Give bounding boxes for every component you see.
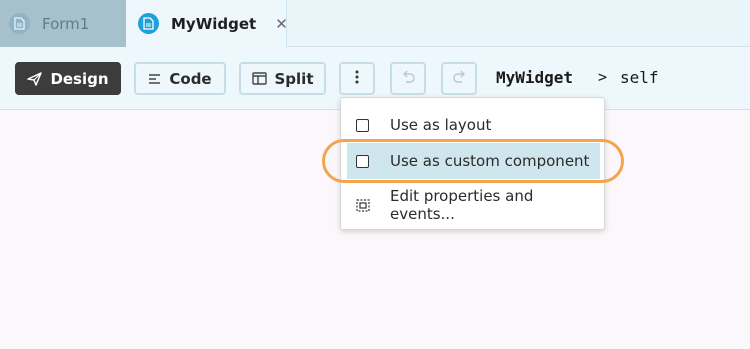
- redo-icon: [452, 70, 467, 88]
- breadcrumb-member: self: [620, 68, 659, 87]
- design-label: Design: [50, 69, 109, 88]
- menu-item-label: Use as layout: [390, 116, 492, 134]
- vertical-dots-icon: [355, 70, 359, 88]
- undo-button[interactable]: [390, 62, 426, 95]
- redo-button[interactable]: [441, 62, 477, 95]
- checkbox-icon[interactable]: [356, 118, 369, 132]
- close-icon[interactable]: ✕: [275, 15, 288, 33]
- tab-label: MyWidget: [171, 14, 257, 33]
- align-left-icon: [148, 73, 161, 85]
- split-label: Split: [274, 69, 314, 88]
- code-label: Code: [169, 69, 212, 88]
- tab-form1[interactable]: Form1: [0, 0, 126, 47]
- more-options-menu: Use as layout Use as custom component Ed…: [340, 97, 605, 230]
- undo-icon: [401, 70, 416, 88]
- menu-item-label: Edit properties and events...: [390, 187, 534, 223]
- form-file-icon: [138, 13, 159, 34]
- breadcrumb-separator: >: [598, 68, 608, 86]
- more-options-button[interactable]: [339, 62, 375, 95]
- tab-mywidget[interactable]: MyWidget ✕: [126, 0, 288, 47]
- checkbox-icon[interactable]: [356, 154, 369, 168]
- menu-item-use-as-layout[interactable]: Use as layout: [347, 107, 600, 143]
- code-button[interactable]: Code: [134, 62, 226, 95]
- menu-item-use-as-custom-component[interactable]: Use as custom component: [347, 143, 600, 179]
- form-file-icon: [9, 13, 30, 34]
- tab-strip: Form1 MyWidget ✕: [0, 0, 750, 47]
- breadcrumb-component: MyWidget: [496, 68, 574, 87]
- split-view-icon: [251, 72, 267, 85]
- menu-item-label: Use as custom component: [390, 152, 590, 170]
- send-icon: [27, 71, 43, 86]
- edit-properties-icon: [356, 198, 370, 212]
- menu-item-edit-properties[interactable]: Edit properties and events...: [347, 187, 600, 223]
- tab-label: Form1: [42, 14, 90, 33]
- split-button[interactable]: Split: [239, 62, 326, 95]
- design-button[interactable]: Design: [15, 62, 121, 95]
